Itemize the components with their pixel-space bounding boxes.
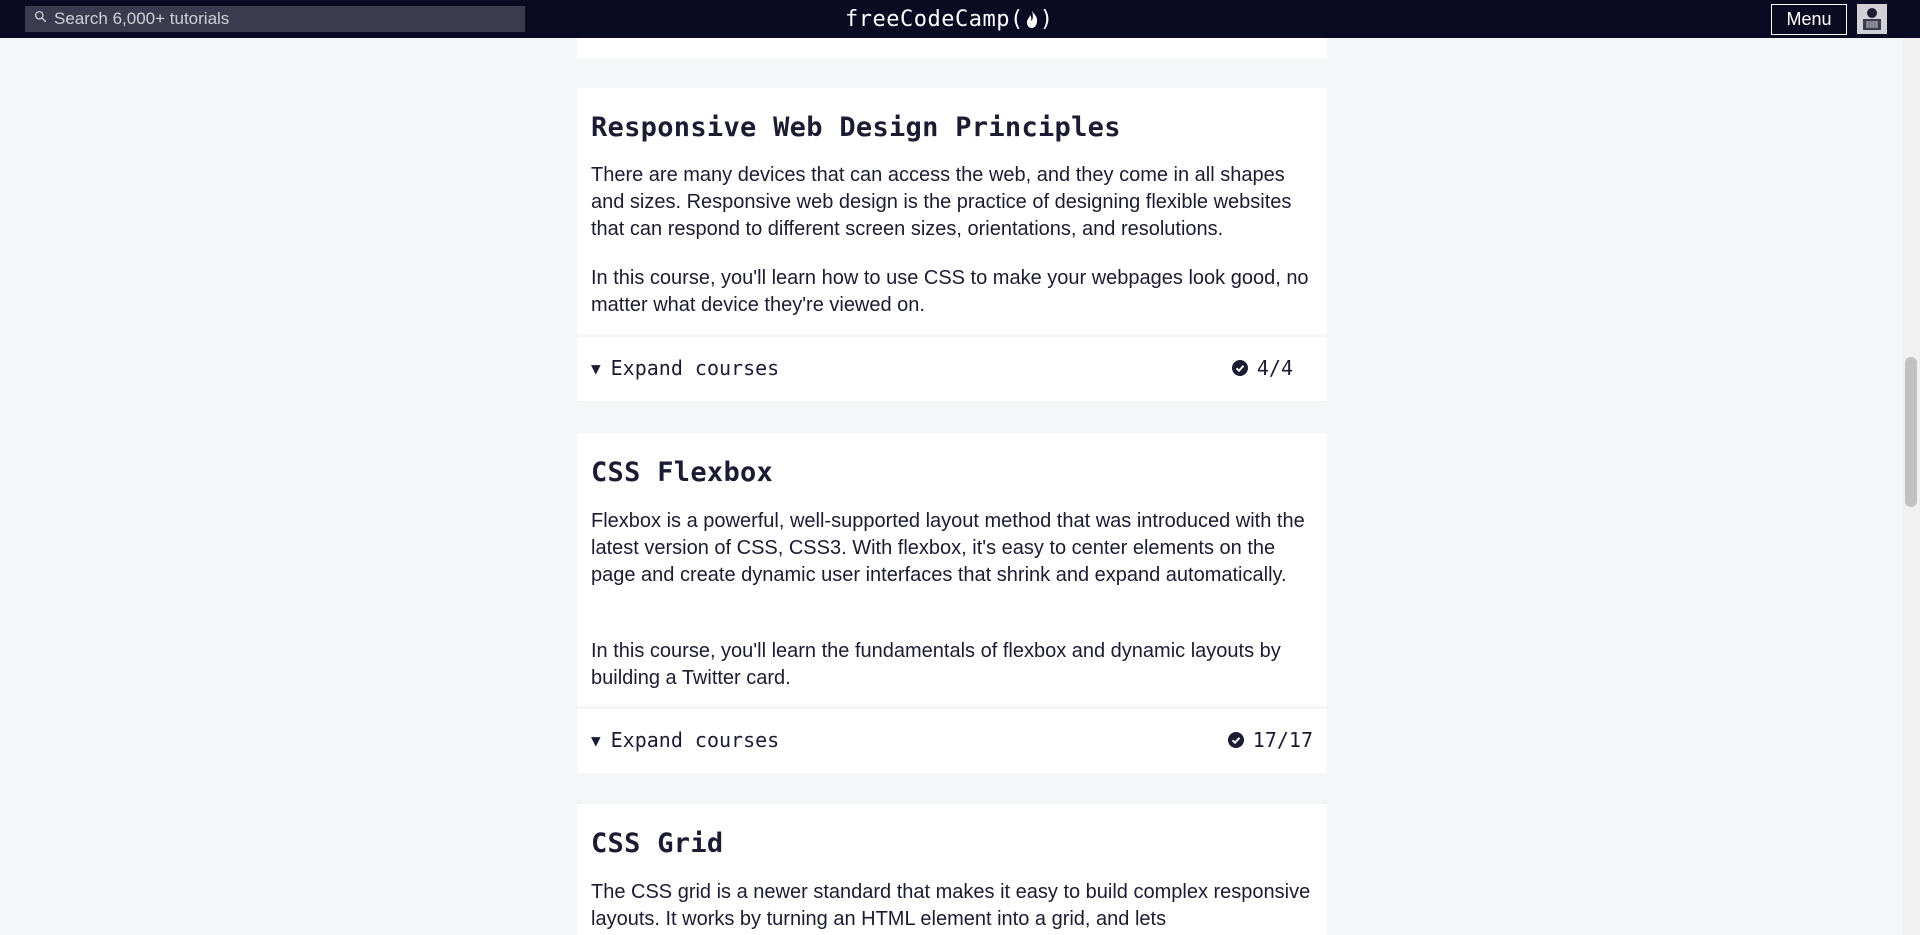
progress-indicator: 4/4 — [1231, 356, 1293, 380]
freecodecamp-logo[interactable]: freeCodeCamp ( ) — [845, 4, 1053, 34]
expand-label: Expand courses — [610, 356, 780, 380]
expand-courses-toggle[interactable]: ▼ Expand courses — [591, 728, 779, 752]
top-navbar: freeCodeCamp ( ) Menu — [0, 0, 1920, 38]
logo-paren-open: ( — [1009, 6, 1024, 32]
check-circle-icon — [1227, 732, 1244, 748]
card-description: There are many devices that can access t… — [591, 164, 1292, 240]
progress-indicator: 17/17 — [1227, 728, 1313, 752]
card-description: Flexbox is a powerful, well-supported la… — [591, 510, 1305, 586]
expand-courses-row[interactable]: ▼ Expand courses 4/4 — [591, 353, 1293, 383]
triangle-down-icon: ▼ — [591, 730, 601, 750]
progress-count: 4/4 — [1256, 356, 1293, 380]
progress-count: 17/17 — [1252, 728, 1313, 752]
expand-courses-toggle[interactable]: ▼ Expand courses — [591, 356, 779, 380]
divider — [577, 706, 1327, 709]
divider — [577, 334, 1327, 337]
expand-label: Expand courses — [610, 728, 780, 752]
card-description: The CSS grid is a newer standard that ma… — [591, 881, 1311, 930]
logo-paren-close: ) — [1039, 6, 1054, 32]
flame-icon — [1025, 9, 1039, 29]
card-title: CSS Flexbox — [591, 457, 774, 488]
card-description-2: In this course, you'll learn the fundame… — [591, 640, 1281, 689]
search-input[interactable] — [54, 9, 514, 29]
avatar[interactable] — [1857, 4, 1887, 34]
course-card-css-flexbox: CSS Flexbox Flexbox is a powerful, well-… — [577, 433, 1327, 773]
expand-courses-row[interactable]: ▼ Expand courses 17/17 — [591, 725, 1313, 755]
menu-button[interactable]: Menu — [1771, 4, 1847, 35]
course-card-css-grid: CSS Grid The CSS grid is a newer standar… — [577, 804, 1327, 935]
triangle-down-icon: ▼ — [591, 358, 601, 378]
search-bar[interactable] — [25, 6, 525, 32]
check-circle-icon — [1231, 360, 1248, 376]
previous-card-bottom — [577, 38, 1327, 58]
card-title: Responsive Web Design Principles — [591, 112, 1121, 143]
scrollbar-thumb[interactable] — [1905, 357, 1917, 507]
card-title: CSS Grid — [591, 828, 724, 859]
logo-text: freeCodeCamp — [845, 6, 1010, 32]
search-icon — [34, 10, 47, 28]
course-card-responsive-web-design: Responsive Web Design Principles There a… — [577, 88, 1327, 401]
card-description-2: In this course, you'll learn how to use … — [591, 267, 1309, 316]
